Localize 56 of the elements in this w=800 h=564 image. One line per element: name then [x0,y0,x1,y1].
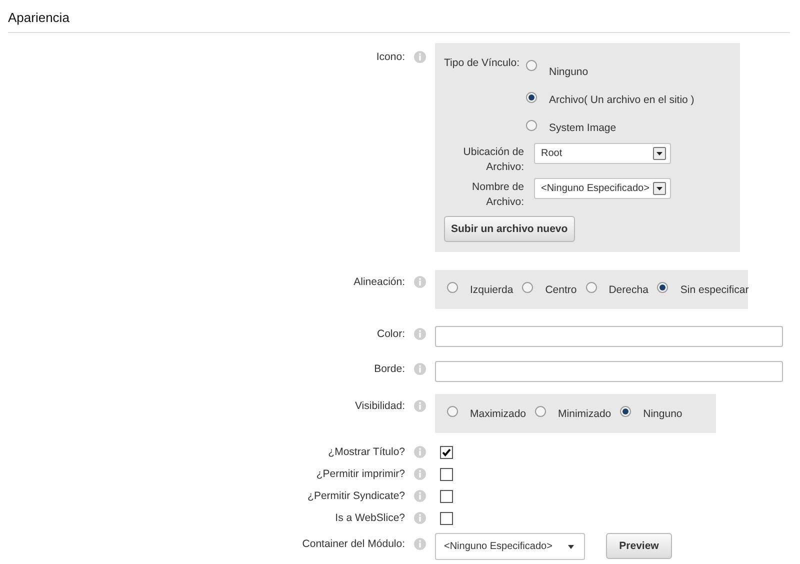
preview-button[interactable]: Preview [606,533,672,559]
color-field[interactable] [435,326,783,347]
field-label: Borde: [374,363,405,375]
radio-label: Centro [545,284,577,296]
field-label: ¿Permitir imprimir? [316,468,405,480]
field-label: Color: [376,328,405,340]
radio-button[interactable] [535,406,546,417]
radio-label: Ninguno [549,65,588,78]
upload-button[interactable]: Subir un archivo nuevo [444,216,575,242]
checkbox[interactable] [440,490,453,503]
radio-label: Izquierda [470,284,514,296]
field-label: Is a WebSlice? [335,512,405,524]
radio-button[interactable] [526,92,537,103]
border-field[interactable] [435,361,783,382]
radio-button[interactable] [522,282,534,293]
checkbox[interactable] [440,468,453,481]
radio-button[interactable] [526,120,537,131]
radio-label: Ninguno [643,408,682,420]
radio-button[interactable] [620,406,632,417]
radio-label: Archivo( Un archivo en el sitio ) [549,93,694,106]
radio-label: Sin especificar [680,284,749,296]
radio-label: System Image [549,121,616,134]
radio-button[interactable] [447,406,458,417]
radio-button[interactable] [586,282,597,293]
dropdown[interactable]: <Ninguno Especificado> [534,178,671,199]
info-icon [414,328,426,340]
field-label: Visibilidad: [354,400,405,412]
field-label: Container del Módulo: [302,538,405,550]
field-label: ¿Permitir Syndicate? [308,490,405,502]
info-icon [414,512,426,524]
info-icon [414,363,426,375]
radio-label: Maximizado [470,408,526,420]
info-icon [414,446,426,458]
dropdown[interactable]: Root [534,143,671,164]
checkbox[interactable] [440,446,453,459]
field-label: Icono: [376,51,405,63]
radio-label: Minimizado [558,408,612,420]
field-label: Tipo de Vínculo: [444,57,520,69]
field-label: Alineación: [354,276,405,288]
info-icon [414,51,426,63]
radio-button[interactable] [526,60,537,71]
dropdown[interactable]: <Ninguno Especificado> [435,533,585,560]
caret-icon [568,544,574,548]
info-icon [414,468,426,480]
info-icon [414,276,426,288]
field-label: Ubicación de Archivo: [462,145,524,175]
info-icon [414,400,426,412]
section-title: Apariencia [8,10,70,25]
radio-label: Derecha [608,284,648,296]
radio-button[interactable] [657,282,668,293]
info-icon [414,538,426,550]
field-label: ¿Mostrar Título? [328,446,405,458]
info-icon [414,490,426,502]
field-label: Nombre de Archivo: [471,180,524,210]
radio-button[interactable] [447,282,458,293]
checkbox[interactable] [440,512,453,525]
